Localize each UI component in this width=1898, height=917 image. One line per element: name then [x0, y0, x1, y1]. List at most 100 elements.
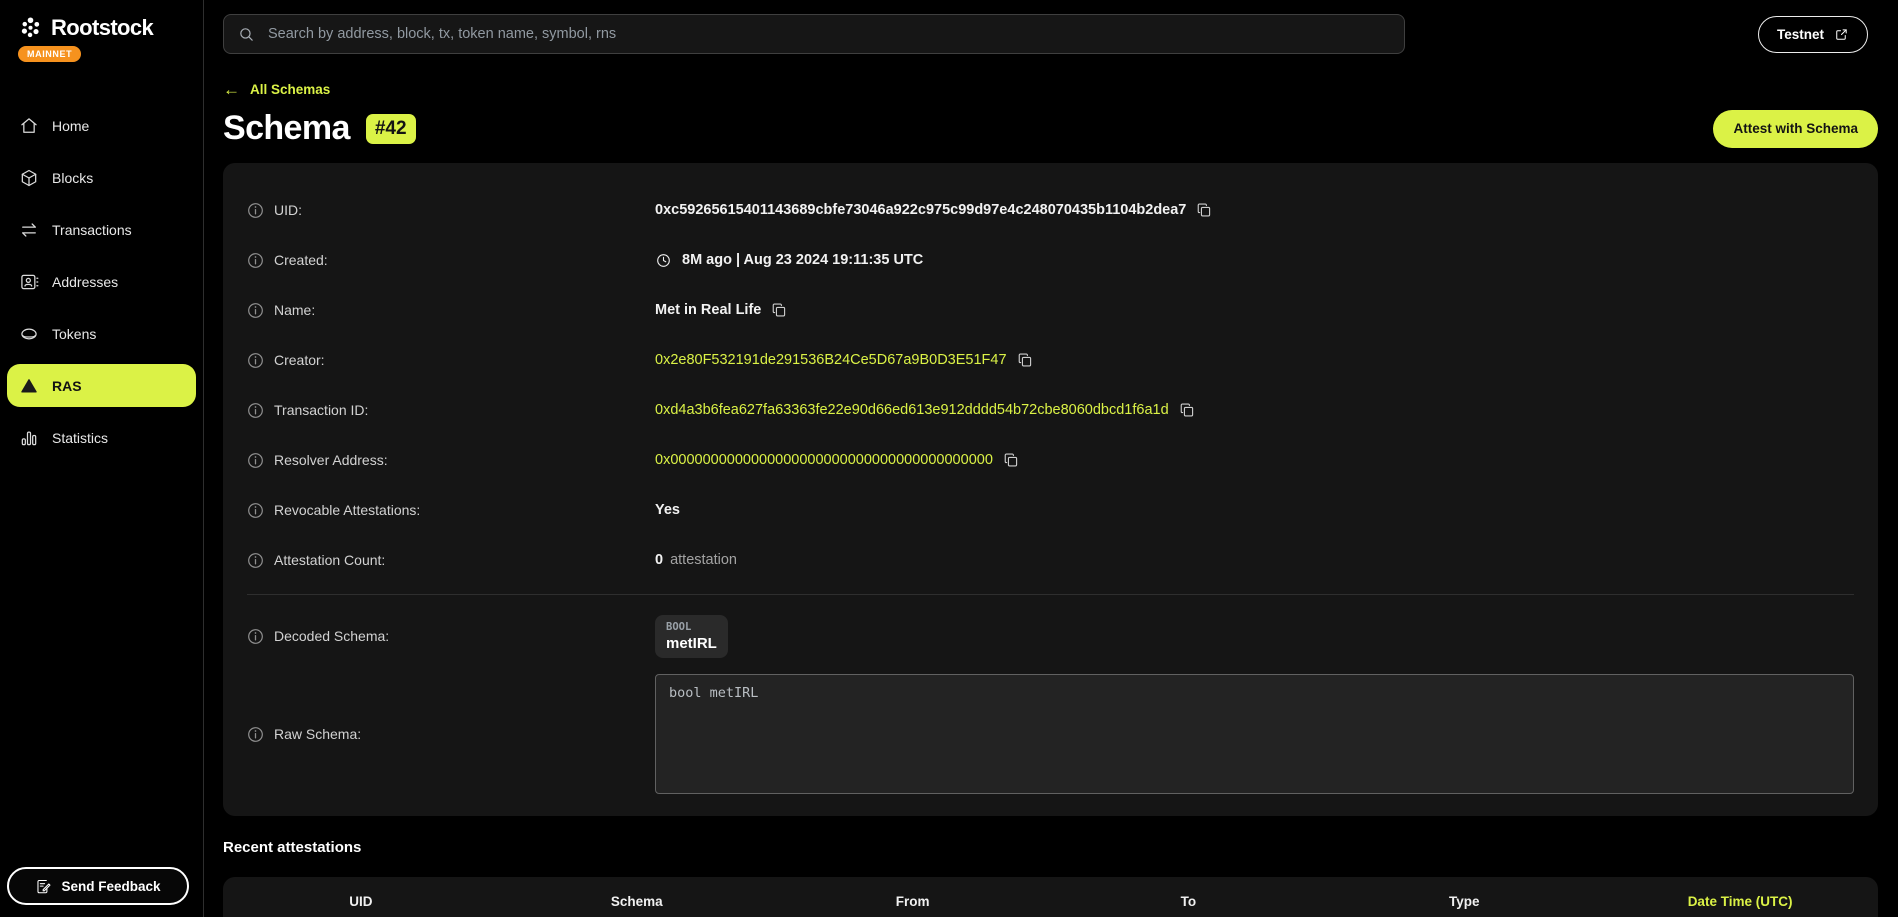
info-icon — [247, 452, 264, 469]
sidebar-item-statistics[interactable]: Statistics — [7, 416, 196, 459]
schema-number-badge: #42 — [366, 114, 416, 144]
detail-value: 8M ago | Aug 23 2024 19:11:35 UTC — [655, 252, 1854, 269]
detail-label-text: Resolver Address: — [274, 452, 388, 468]
attestations-table-header: UID Schema From To Type Date Time (UTC) — [223, 894, 1878, 909]
column-header-from[interactable]: From — [775, 894, 1051, 909]
column-header-type[interactable]: Type — [1326, 894, 1602, 909]
logo-text: Rootstock — [51, 15, 153, 41]
sidebar-item-blocks[interactable]: Blocks — [7, 156, 196, 199]
detail-row-revocable: Revocable Attestations: Yes — [247, 485, 1854, 535]
sidebar-item-label: Addresses — [52, 274, 118, 290]
detail-label-text: Created: — [274, 252, 328, 268]
detail-label: Raw Schema: — [247, 726, 655, 743]
sidebar-item-label: Transactions — [52, 222, 132, 238]
sidebar: Rootstock MAINNET Home Blocks — [0, 0, 204, 917]
detail-value: 0x2e80F532191de291536B24Ce5D67a9B0D3E51F… — [655, 352, 1854, 368]
ras-icon — [19, 376, 39, 396]
transactions-icon — [19, 220, 39, 240]
detail-value: 0x00000000000000000000000000000000000000… — [655, 452, 1854, 468]
detail-row-transaction-id: Transaction ID: 0xd4a3b6fea627fa63363fe2… — [247, 385, 1854, 435]
schema-field-name: metIRL — [666, 635, 717, 652]
detail-row-decoded-schema: Decoded Schema: BOOL metIRL — [247, 604, 1854, 668]
search-icon — [238, 26, 255, 43]
detail-row-creator: Creator: 0x2e80F532191de291536B24Ce5D67a… — [247, 335, 1854, 385]
attest-with-schema-button[interactable]: Attest with Schema — [1713, 110, 1878, 148]
info-icon — [247, 402, 264, 419]
column-header-to[interactable]: To — [1051, 894, 1327, 909]
sidebar-item-label: Home — [52, 118, 89, 134]
copy-icon[interactable] — [1003, 452, 1019, 468]
attestation-count-value: 0 — [655, 552, 663, 568]
detail-value: Yes — [655, 502, 1854, 518]
info-icon — [247, 302, 264, 319]
creator-address-link[interactable]: 0x2e80F532191de291536B24Ce5D67a9B0D3E51F… — [655, 352, 1007, 368]
search-input[interactable] — [266, 25, 1390, 43]
info-icon — [247, 252, 264, 269]
detail-label-text: Revocable Attestations: — [274, 502, 420, 518]
detail-value: Met in Real Life — [655, 302, 1854, 318]
sidebar-item-home[interactable]: Home — [7, 104, 196, 147]
copy-icon[interactable] — [1017, 352, 1033, 368]
detail-label: Revocable Attestations: — [247, 502, 655, 519]
tokens-icon — [19, 324, 39, 344]
rootstock-logo[interactable]: Rootstock — [0, 14, 203, 41]
addresses-icon — [19, 272, 39, 292]
page-title: Schema — [223, 109, 350, 148]
detail-label: Transaction ID: — [247, 402, 655, 419]
back-arrow-icon: ← — [223, 81, 240, 98]
sidebar-item-label: Blocks — [52, 170, 93, 186]
sidebar-item-tokens[interactable]: Tokens — [7, 312, 196, 355]
resolver-address-link[interactable]: 0x00000000000000000000000000000000000000… — [655, 452, 993, 468]
title-row: Schema #42 Attest with Schema — [223, 109, 1878, 148]
detail-label-text: Transaction ID: — [274, 402, 368, 418]
detail-label-text: Decoded Schema: — [274, 628, 389, 644]
sidebar-item-label: RAS — [52, 378, 82, 394]
sidebar-item-label: Tokens — [52, 326, 96, 342]
top-bar: Testnet — [204, 0, 1898, 54]
info-icon — [247, 628, 264, 645]
section-divider — [247, 594, 1854, 595]
copy-icon[interactable] — [1196, 202, 1212, 218]
info-icon — [247, 552, 264, 569]
detail-label-text: Raw Schema: — [274, 726, 361, 742]
column-header-datetime[interactable]: Date Time (UTC) — [1602, 894, 1878, 909]
detail-label: Decoded Schema: — [247, 628, 655, 645]
sidebar-item-addresses[interactable]: Addresses — [7, 260, 196, 303]
detail-value: 0xc59265615401143689cbfe73046a922c975c99… — [655, 202, 1854, 218]
external-link-icon — [1834, 27, 1849, 42]
uid-value: 0xc59265615401143689cbfe73046a922c975c99… — [655, 202, 1186, 218]
network-badge: MAINNET — [18, 46, 81, 62]
sidebar-item-label: Statistics — [52, 430, 108, 446]
copy-icon[interactable] — [1179, 402, 1195, 418]
detail-label: Created: — [247, 252, 655, 269]
attestation-count-unit: attestation — [670, 552, 737, 568]
detail-row-raw-schema: Raw Schema: bool metIRL — [247, 668, 1854, 800]
detail-row-name: Name: Met in Real Life — [247, 285, 1854, 335]
sidebar-item-ras[interactable]: RAS — [7, 364, 196, 407]
detail-label-text: Attestation Count: — [274, 552, 385, 568]
main-area: Testnet ← All Schemas Schema #42 Attest … — [204, 0, 1898, 917]
info-icon — [247, 502, 264, 519]
breadcrumb-label: All Schemas — [250, 82, 330, 97]
send-feedback-button[interactable]: Send Feedback — [7, 867, 189, 905]
column-header-uid[interactable]: UID — [223, 894, 499, 909]
sidebar-item-transactions[interactable]: Transactions — [7, 208, 196, 251]
copy-icon[interactable] — [771, 302, 787, 318]
revocable-value: Yes — [655, 502, 680, 518]
schema-field-type: BOOL — [666, 621, 717, 633]
column-header-schema[interactable]: Schema — [499, 894, 775, 909]
search-box[interactable] — [223, 14, 1405, 54]
detail-label: UID: — [247, 202, 655, 219]
raw-schema-textarea[interactable]: bool metIRL — [655, 674, 1854, 794]
detail-value: 0 attestation — [655, 552, 1854, 568]
feedback-label: Send Feedback — [61, 879, 160, 894]
testnet-button[interactable]: Testnet — [1758, 16, 1868, 53]
blocks-icon — [19, 168, 39, 188]
detail-label: Resolver Address: — [247, 452, 655, 469]
sidebar-nav: Home Blocks Transactions — [0, 104, 203, 459]
home-icon — [19, 116, 39, 136]
transaction-id-link[interactable]: 0xd4a3b6fea627fa63363fe22e90d66ed613e912… — [655, 402, 1169, 418]
created-value: 8M ago | Aug 23 2024 19:11:35 UTC — [682, 252, 923, 268]
info-icon — [247, 726, 264, 743]
breadcrumb-all-schemas[interactable]: ← All Schemas — [223, 81, 330, 98]
